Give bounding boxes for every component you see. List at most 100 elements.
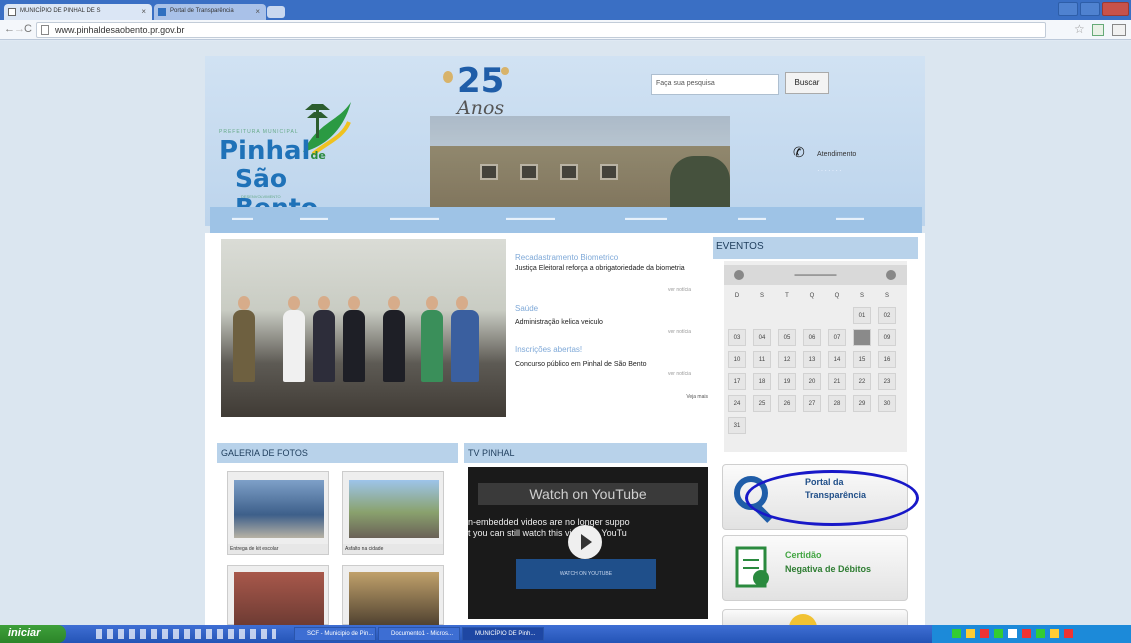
nav-item[interactable]: ▬▬▬▬: [836, 215, 864, 222]
featured-news-photo[interactable]: [221, 239, 506, 417]
news-more-link[interactable]: ver notícia: [668, 287, 691, 293]
minimize-button[interactable]: [1058, 2, 1078, 16]
tray-icon[interactable]: [952, 629, 961, 638]
calendar-day[interactable]: 12: [778, 351, 796, 368]
calendar-day[interactable]: 26: [778, 395, 796, 412]
calendar-day[interactable]: 23: [878, 373, 896, 390]
tv-heading: TV PINHAL: [464, 443, 707, 463]
prev-month-icon[interactable]: [734, 270, 744, 280]
calendar-weekday: S: [759, 293, 764, 299]
calendar-day[interactable]: 22: [853, 373, 871, 390]
address-text: www.pinhaldesaobento.pr.gov.br: [55, 25, 185, 35]
taskbar-item[interactable]: SCF - Municipio de Pin...: [294, 627, 376, 641]
calendar-day[interactable]: 25: [753, 395, 771, 412]
news-more-link[interactable]: ver notícia: [668, 329, 691, 335]
calendar-day[interactable]: 06: [803, 329, 821, 346]
maximize-button[interactable]: [1080, 2, 1100, 16]
calendar-day[interactable]: 18: [753, 373, 771, 390]
reload-icon[interactable]: C: [24, 23, 32, 35]
gallery-thumb[interactable]: Entrega de kit escolar: [227, 471, 329, 555]
calendar-day[interactable]: 29: [853, 395, 871, 412]
tray-icon[interactable]: [980, 629, 989, 638]
search-button[interactable]: Buscar: [785, 72, 829, 94]
youtube-video-embed[interactable]: Watch on YouTube n-embedded videos are n…: [468, 467, 708, 619]
calendar-day[interactable]: 14: [828, 351, 846, 368]
nav-item[interactable]: ▬▬▬▬: [300, 215, 328, 222]
calendar-day[interactable]: 17: [728, 373, 746, 390]
calendar-day[interactable]: 10: [728, 351, 746, 368]
news-title[interactable]: Recadastramento Biometrico: [515, 253, 618, 262]
calendar-day[interactable]: 09: [878, 329, 896, 346]
browser-tab-portal[interactable]: Portal de Transparência ×: [154, 4, 266, 20]
calendar-day[interactable]: 21: [828, 373, 846, 390]
gallery-thumb[interactable]: [342, 565, 444, 625]
nav-item[interactable]: ▬▬▬▬▬▬▬: [390, 215, 439, 222]
nav-item[interactable]: ▬▬▬▬▬▬: [625, 215, 667, 222]
calendar-month: ▬▬▬▬▬▬▬: [724, 265, 907, 285]
calendar-day[interactable]: [853, 329, 871, 346]
close-icon[interactable]: ×: [255, 7, 260, 16]
menu-icon[interactable]: [1112, 24, 1126, 36]
logo-caption: PREFEITURA MUNICIPAL: [219, 129, 299, 135]
calendar-day[interactable]: 11: [753, 351, 771, 368]
taskbar-item[interactable]: Documento1 - Micros...: [378, 627, 460, 641]
tray-icon[interactable]: [1008, 629, 1017, 638]
start-button[interactable]: iniciar: [0, 625, 66, 643]
gallery-thumb[interactable]: Asfalto na cidade: [342, 471, 444, 555]
calendar-day[interactable]: 04: [753, 329, 771, 346]
play-icon[interactable]: [568, 525, 602, 559]
system-tray: [932, 625, 1131, 643]
gallery-thumb[interactable]: [227, 565, 329, 625]
tray-icon[interactable]: [994, 629, 1003, 638]
news-more-link[interactable]: ver notícia: [668, 371, 691, 377]
site-logo[interactable]: PREFEITURA MUNICIPAL Pinhalde São Bento …: [213, 76, 373, 226]
search-input[interactable]: Faça sua pesquisa: [651, 74, 779, 95]
address-bar[interactable]: www.pinhaldesaobento.pr.gov.br: [36, 22, 1046, 38]
watch-on-youtube-button[interactable]: WATCH ON YOUTUBE: [516, 559, 656, 589]
tray-icon[interactable]: [1064, 629, 1073, 638]
taskbar-item[interactable]: MUNICÍPIO DE Pinh...: [462, 627, 544, 641]
nav-item[interactable]: ▬▬▬: [232, 215, 253, 222]
calendar-day[interactable]: 19: [778, 373, 796, 390]
phone-icon: ✆: [793, 144, 805, 160]
next-month-icon[interactable]: [886, 270, 896, 280]
calendar-day[interactable]: 16: [878, 351, 896, 368]
calendar-day[interactable]: 05: [778, 329, 796, 346]
calendar-day[interactable]: 02: [878, 307, 896, 324]
nav-item[interactable]: ▬▬▬▬: [738, 215, 766, 222]
calendar-day[interactable]: 03: [728, 329, 746, 346]
tray-icon[interactable]: [1050, 629, 1059, 638]
quick-launch-icons[interactable]: [96, 629, 276, 639]
person: [343, 296, 365, 382]
calendar-day[interactable]: 27: [803, 395, 821, 412]
gallery-heading: GALERIA DE FOTOS: [217, 443, 458, 463]
extension-icon[interactable]: [1092, 24, 1104, 36]
calendar-day[interactable]: 15: [853, 351, 871, 368]
more-news-link[interactable]: Veja mais: [668, 394, 708, 406]
calendar-day[interactable]: 31: [728, 417, 746, 434]
news-title[interactable]: Inscrições abertas!: [515, 345, 582, 354]
tray-icon[interactable]: [1036, 629, 1045, 638]
bookmark-star-icon[interactable]: ☆: [1074, 22, 1085, 36]
calendar-day[interactable]: 20: [803, 373, 821, 390]
new-tab-button[interactable]: [267, 6, 285, 18]
calendar-day[interactable]: 01: [853, 307, 871, 324]
calendar-day[interactable]: 07: [828, 329, 846, 346]
calendar-day[interactable]: 13: [803, 351, 821, 368]
nav-item[interactable]: ▬▬▬▬▬▬▬: [506, 215, 555, 222]
news-title[interactable]: Saúde: [515, 304, 538, 313]
certidao-banner[interactable]: Certidão Negativa de Débitos: [722, 535, 908, 601]
calendar-day[interactable]: 28: [828, 395, 846, 412]
close-icon[interactable]: ×: [141, 7, 146, 16]
decoration-dot: [443, 71, 453, 83]
third-banner[interactable]: [722, 609, 908, 625]
tray-icon[interactable]: [966, 629, 975, 638]
calendar-day[interactable]: 24: [728, 395, 746, 412]
main-navigation: ▬▬▬ ▬▬▬▬ ▬▬▬▬▬▬▬ ▬▬▬▬▬▬▬ ▬▬▬▬▬▬ ▬▬▬▬ ▬▬▬…: [210, 207, 922, 233]
tray-icon[interactable]: [1022, 629, 1031, 638]
calendar-day[interactable]: 30: [878, 395, 896, 412]
close-window-button[interactable]: [1102, 2, 1129, 16]
news-text: Administração kelica veiculo: [515, 319, 603, 326]
browser-tab-active[interactable]: MUNICÍPIO DE PINHAL DE S ×: [4, 4, 152, 20]
decoration-dot: [501, 67, 509, 75]
